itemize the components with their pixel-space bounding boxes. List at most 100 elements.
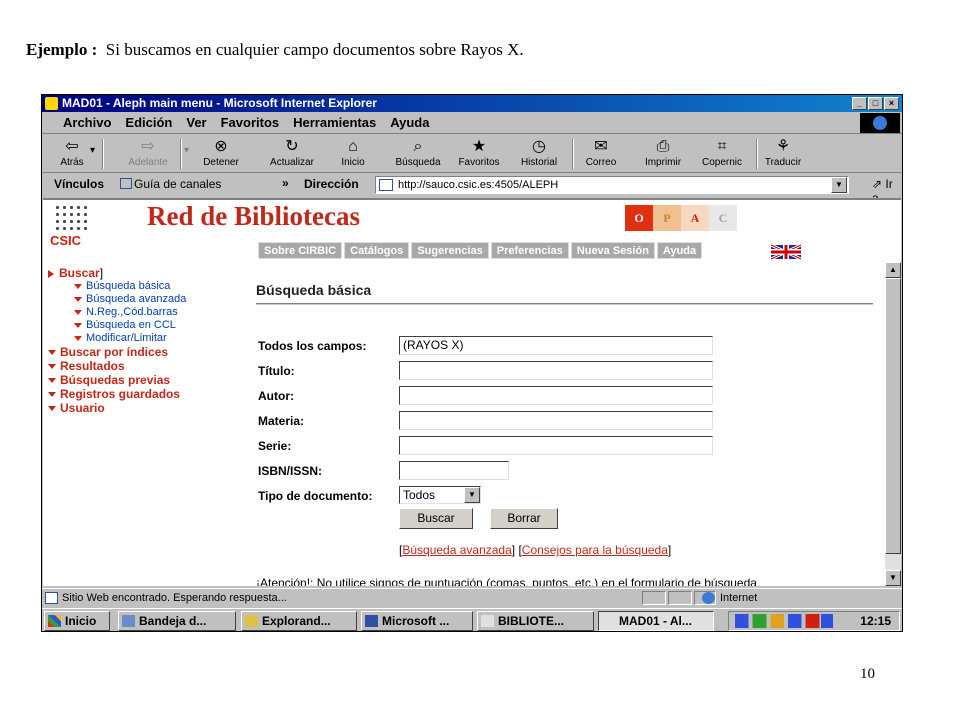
menu-herramientas[interactable]: Herramientas <box>286 112 383 134</box>
toolbar-label: Historial <box>520 157 558 168</box>
maximize-button[interactable]: □ <box>868 97 883 110</box>
sidebar: Buscar] Búsqueda básica Búsqueda avanzada… <box>48 266 186 415</box>
title-bar[interactable]: MAD01 - Aleph main menu - Microsoft Inte… <box>42 95 902 112</box>
sidebar-subitem-label: Búsqueda avanzada <box>86 293 187 305</box>
scroll-down-button[interactable]: ▼ <box>885 570 901 586</box>
menu-favoritos[interactable]: Favoritos <box>214 112 287 134</box>
taskbar-item[interactable]: Microsoft ... <box>361 611 473 631</box>
scroll-thumb[interactable] <box>885 278 901 554</box>
site-tab[interactable]: Preferencias <box>490 242 569 259</box>
favorites-button[interactable]: ★ Favoritos <box>452 137 506 171</box>
sidebar-item[interactable]: Búsquedas previas <box>48 373 186 387</box>
taskbar-item-label: Microsoft ... <box>382 614 450 628</box>
browser-window: MAD01 - Aleph main menu - Microsoft Inte… <box>41 94 903 632</box>
mail-button[interactable]: ✉ Correo <box>580 137 622 171</box>
links-more-button[interactable]: » <box>282 176 289 190</box>
search-field-input[interactable] <box>399 436 713 455</box>
toolbar-label: Copernic <box>701 157 743 168</box>
refresh-button[interactable]: ↻ Actualizar <box>264 137 320 171</box>
chevron-down-icon[interactable]: ▾ <box>90 145 95 156</box>
search-field-input[interactable] <box>399 411 713 430</box>
taskbar-item[interactable]: MAD01 - Al... <box>598 611 714 631</box>
search-button[interactable]: Buscar <box>399 508 473 529</box>
divider <box>256 303 873 305</box>
sidebar-subitem[interactable]: Búsqueda avanzada <box>48 293 186 306</box>
forward-arrow-button[interactable]: ⇨ Adelante <box>120 137 176 171</box>
copernic-button[interactable]: ⌗ Copernic <box>694 137 750 171</box>
taskbar-item[interactable]: Explorand... <box>241 611 357 631</box>
site-tab[interactable]: Sobre CIRBIC <box>258 242 343 259</box>
sidebar-subitem-label: Modificar/Limitar <box>86 332 167 344</box>
search-field-input[interactable] <box>399 361 713 380</box>
clear-button[interactable]: Borrar <box>490 508 558 529</box>
app-icon <box>365 615 378 627</box>
sidebar-subitem[interactable]: Búsqueda básica <box>48 280 186 293</box>
sidebar-item[interactable]: Buscar por índices <box>48 345 186 359</box>
tray-icons[interactable] <box>735 614 833 628</box>
uk-flag-icon[interactable] <box>763 244 809 260</box>
link-channel-guide[interactable]: Guía de canales <box>120 177 221 191</box>
doc-type-select[interactable]: Todos ▼ <box>399 486 481 504</box>
sidebar-item[interactable]: Usuario <box>48 401 186 415</box>
close-button[interactable]: × <box>884 97 899 110</box>
toolbar-label: Actualizar <box>270 157 314 168</box>
sidebar-item[interactable]: Resultados <box>48 359 186 373</box>
arrow-down-icon <box>48 406 56 412</box>
advanced-search-link[interactable]: Búsqueda avanzada <box>402 543 511 557</box>
csic-logo-text: CSIC <box>50 233 82 248</box>
arrow-down-icon <box>48 364 56 370</box>
links-label[interactable]: Vínculos <box>54 177 104 191</box>
clock: 12:15 <box>860 614 891 628</box>
form-row: ISBN/ISSN: <box>258 461 718 481</box>
sidebar-subitem[interactable]: N.Reg.,Cód.barras <box>48 306 186 319</box>
scroll-up-button[interactable]: ▲ <box>885 262 901 278</box>
translate-button[interactable]: ⚘ Traducir <box>758 137 808 171</box>
sidebar-subitem[interactable]: Modificar/Limitar <box>48 332 186 345</box>
menu-ayuda[interactable]: Ayuda <box>383 112 436 134</box>
site-tab[interactable]: Ayuda <box>656 242 703 259</box>
search-field-input[interactable] <box>399 461 509 480</box>
chevron-down-icon[interactable]: ▼ <box>464 487 480 503</box>
site-tab[interactable]: Catálogos <box>344 242 410 259</box>
home-button[interactable]: ⌂ Inicio <box>336 137 370 171</box>
back-arrow-button[interactable]: ⇦ Atrás <box>54 137 90 171</box>
search-field-input[interactable] <box>399 386 713 405</box>
sidebar-item-buscar[interactable]: Buscar] <box>48 266 186 280</box>
menu-archivo[interactable]: Archivo <box>56 112 118 134</box>
sidebar-item[interactable]: Registros guardados <box>48 387 186 401</box>
site-tab[interactable]: Nueva Sesión <box>570 242 655 259</box>
start-button[interactable]: Inicio <box>44 611 110 631</box>
print-button[interactable]: ⎙ Imprimir <box>638 137 688 171</box>
url-dropdown-button[interactable]: ▼ <box>831 177 847 193</box>
csic-logo: CSIC <box>50 204 92 248</box>
menu-ver[interactable]: Ver <box>179 112 213 134</box>
menu-edicion[interactable]: Edición <box>118 112 179 134</box>
url-input[interactable]: http://sauco.csic.es:4505/ALEPH <box>375 176 849 194</box>
minimize-button[interactable]: _ <box>852 97 867 110</box>
translate-icon: ⚘ <box>775 138 791 155</box>
search-button[interactable]: ⌕ Búsqueda <box>390 137 446 171</box>
taskbar-item[interactable]: BIBLIOTE... <box>477 611 594 631</box>
chevron-down-icon[interactable]: ▾ <box>184 145 189 156</box>
search-tips-link[interactable]: Consejos para la búsqueda <box>522 543 668 557</box>
taskbar-item[interactable]: Bandeja d... <box>118 611 236 631</box>
app-icon <box>245 615 258 627</box>
form-row: Autor: <box>258 386 718 406</box>
arrow-down-icon <box>74 296 82 302</box>
status-message: Sitio Web encontrado. Esperando respuest… <box>62 592 287 604</box>
toolbar-separator <box>572 139 574 169</box>
doc-type-label: Tipo de documento: <box>258 489 373 503</box>
copernic-icon: ⌗ <box>717 138 727 155</box>
search-field-input[interactable]: (RAYOS X) <box>399 336 713 355</box>
site-tab[interactable]: Sugerencias <box>411 242 489 259</box>
vertical-scrollbar[interactable]: ▲ ▼ <box>885 262 901 586</box>
history-button[interactable]: ◷ Historial <box>514 137 564 171</box>
back-arrow-icon: ⇦ <box>65 138 79 155</box>
sidebar-subitem[interactable]: Búsqueda en CCL <box>48 319 186 332</box>
toolbar-label: Correo <box>585 157 617 168</box>
home-icon: ⌂ <box>348 138 358 155</box>
stop-button[interactable]: ⊗ Detener <box>198 137 244 171</box>
system-tray: 12:15 <box>728 611 900 631</box>
page-number: 10 <box>860 666 875 682</box>
toolbar-label: Imprimir <box>644 157 682 168</box>
